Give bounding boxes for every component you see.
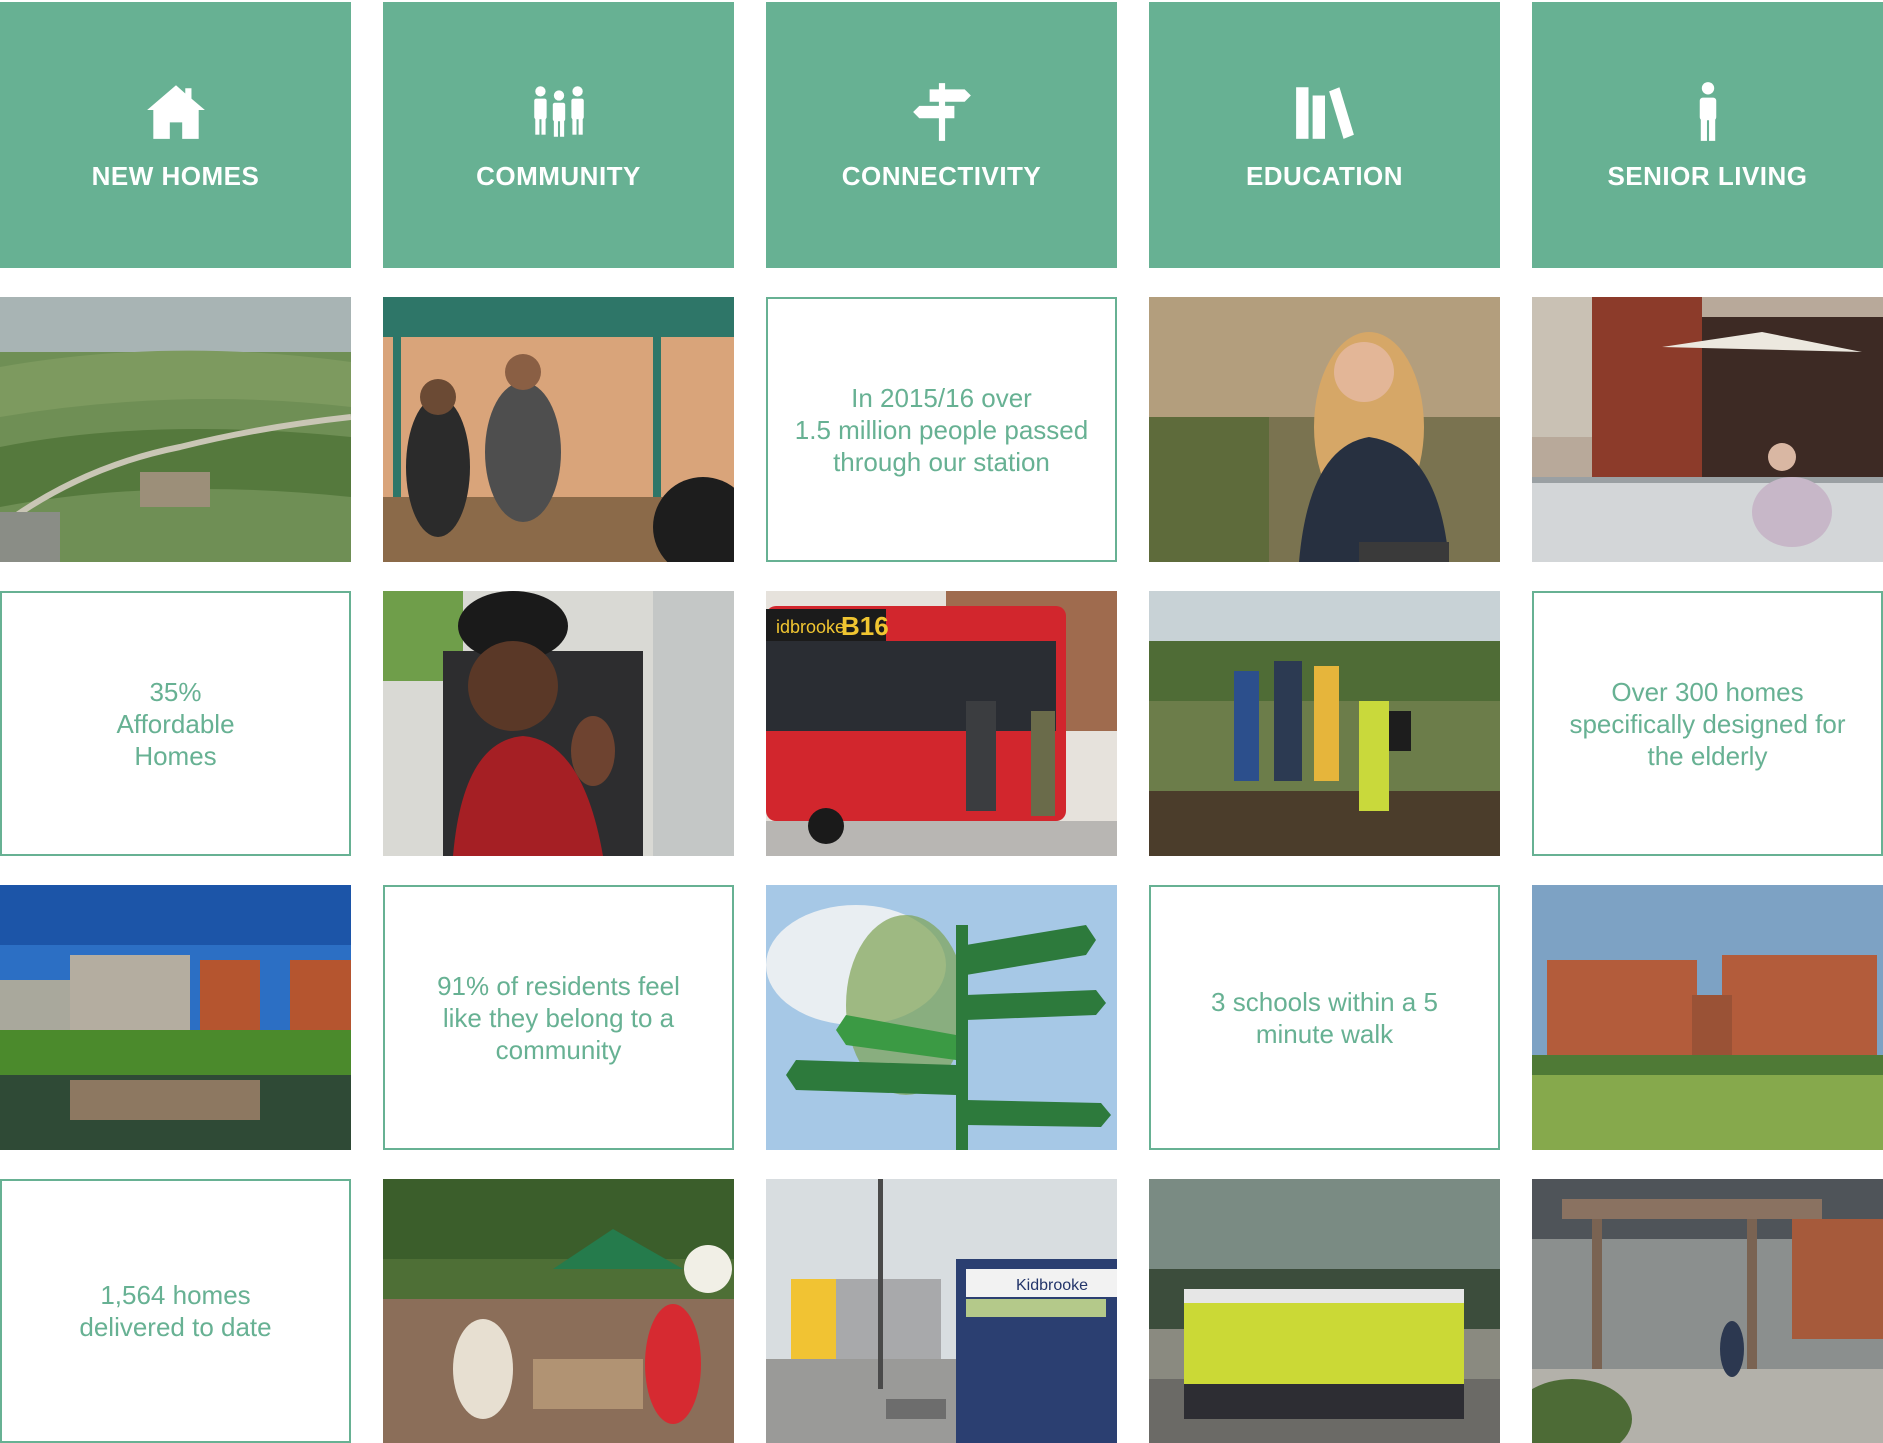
senior-living-tile: SENIOR LIVING [1532, 2, 1883, 268]
person-icon [1699, 81, 1716, 141]
signpost-icon [912, 82, 971, 141]
station-stat: In 2015/16 over 1.5 million people passe… [766, 297, 1117, 562]
pergola-garden-photo [1532, 1179, 1883, 1443]
connectivity-tile: CONNECTIVITY [766, 2, 1117, 268]
belong-stat: 91% of residents feel like they belong t… [383, 885, 734, 1150]
brick-apartments-park-photo [1532, 885, 1883, 1150]
people-icon [533, 85, 584, 137]
station-sign-text: Kidbrooke [1016, 1277, 1088, 1294]
homes-delivered-stat: 1,564 homes delivered to date [0, 1179, 351, 1443]
connectivity-label: CONNECTIVITY [841, 160, 1042, 191]
child-police-hat-photo [383, 591, 734, 856]
bus-destination-text: idbrooke [776, 617, 845, 637]
train-station-photo: Kidbrooke [766, 1179, 1117, 1443]
books-icon [1295, 86, 1354, 139]
education-tile: EDUCATION [1149, 2, 1500, 268]
signpost-photo [766, 885, 1117, 1150]
senior-living-label: SENIOR LIVING [1607, 160, 1808, 191]
elderly-stat: Over 300 homes specifically designed for… [1532, 591, 1883, 856]
community-label: COMMUNITY [476, 160, 641, 191]
bus-photo: idbrooke B16 [766, 591, 1117, 856]
street-party-photo [383, 1179, 734, 1443]
apartments-lake-photo [0, 885, 351, 1150]
bus-route-text: B16 [841, 611, 889, 641]
students-outdoor-photo [1149, 591, 1500, 856]
community-tile: COMMUNITY [383, 2, 734, 268]
schools-stat: 3 schools within a 5 minute walk [1149, 885, 1500, 1150]
construction-workers-photo [1149, 1179, 1500, 1443]
schoolgirl-photo [1149, 297, 1500, 562]
education-label: EDUCATION [1245, 160, 1404, 191]
affordable-stat: 35% Affordable Homes [0, 591, 351, 856]
new-homes-tile: NEW HOMES [0, 2, 351, 268]
aerial-photo [0, 297, 351, 562]
balcony-photo [1532, 297, 1883, 562]
house-icon [146, 84, 205, 139]
market-stall-photo [383, 297, 734, 562]
new-homes-label: NEW HOMES [91, 160, 260, 191]
